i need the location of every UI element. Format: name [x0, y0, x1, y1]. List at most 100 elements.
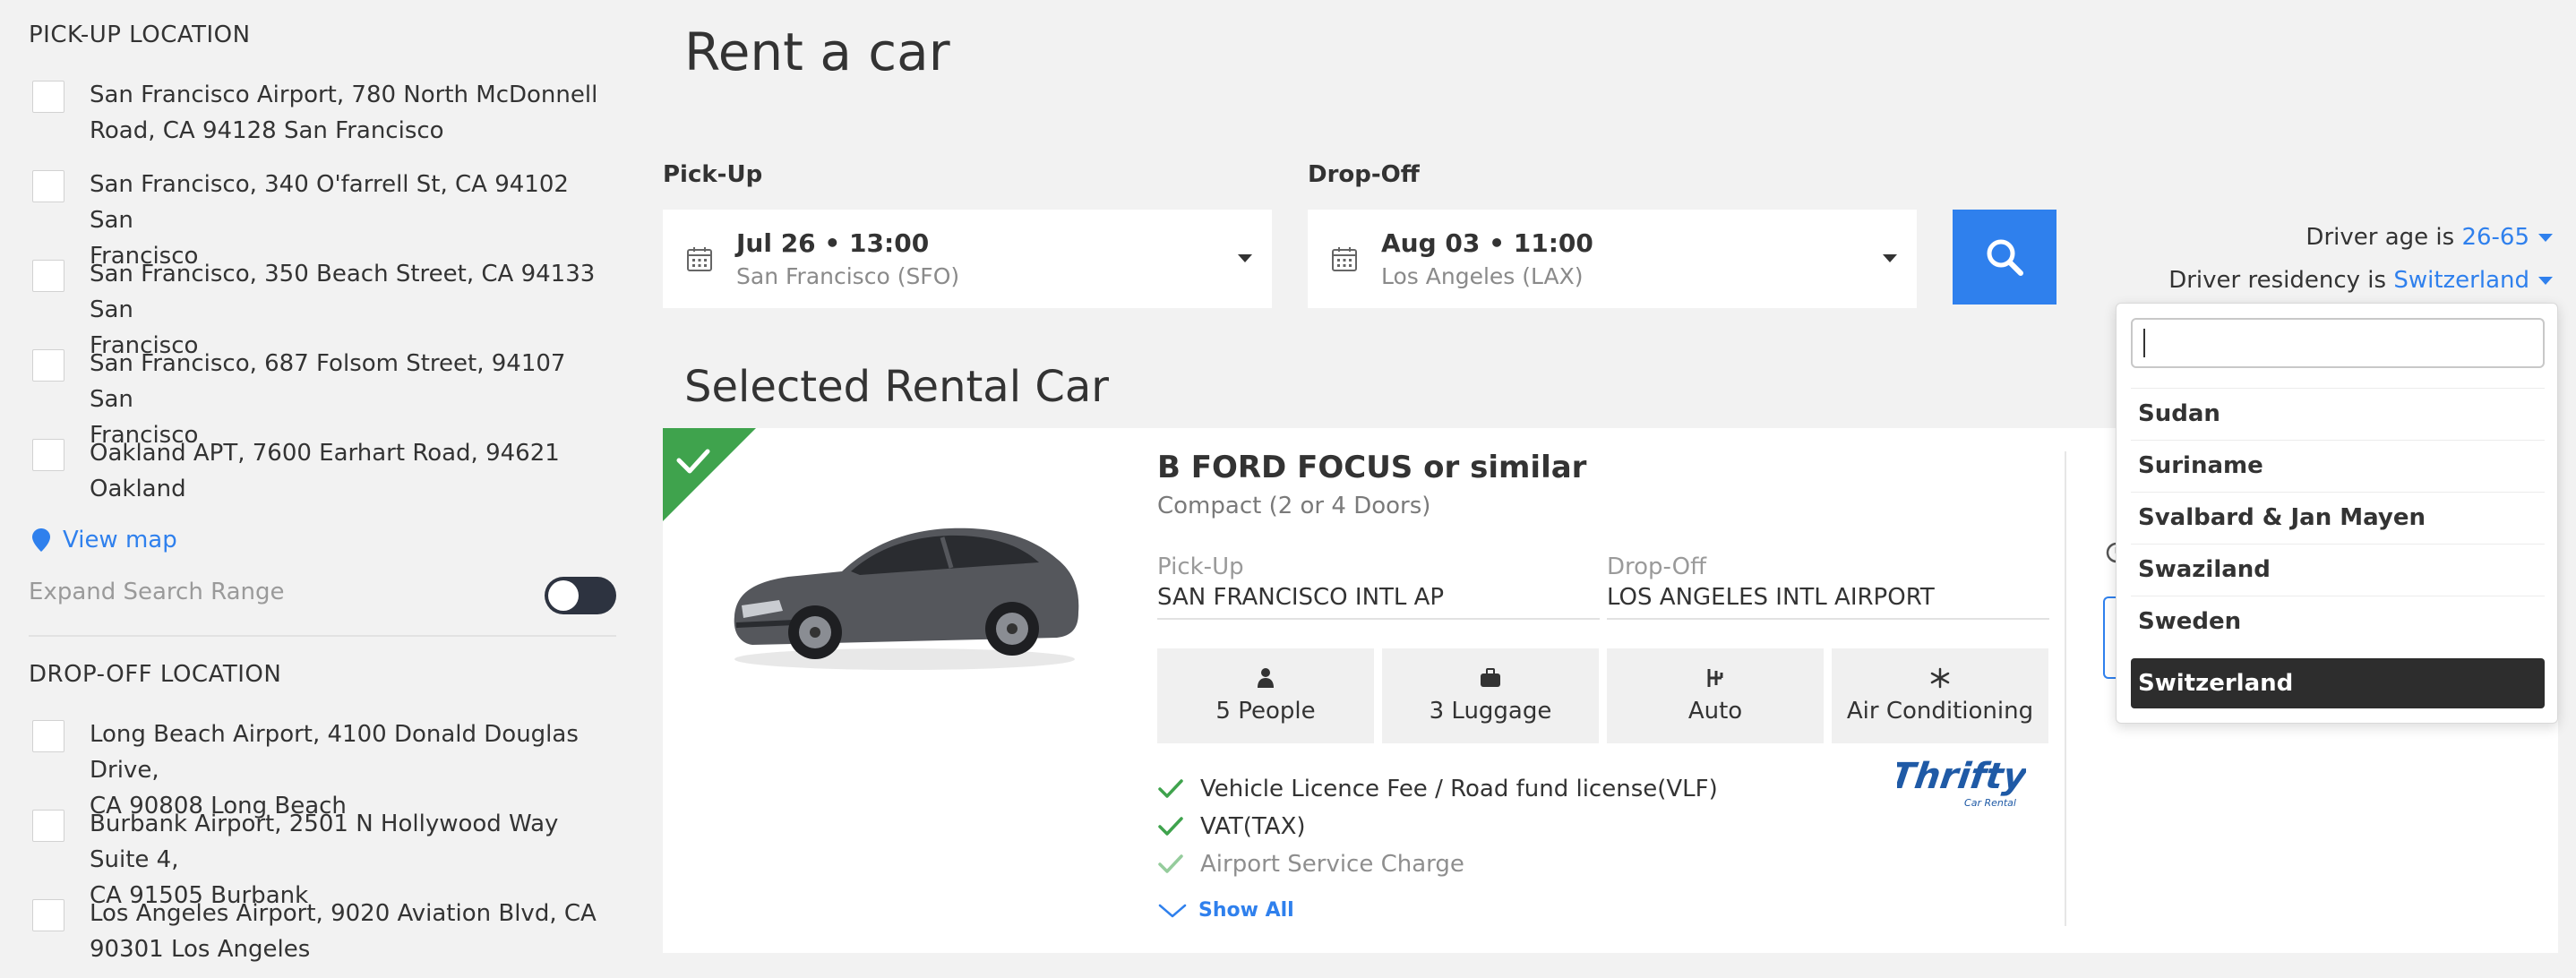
car-dropoff-label: Drop-Off — [1607, 553, 1707, 580]
calendar-icon — [1332, 247, 1357, 271]
pickup-location-option[interactable]: Oakland APT, 7600 Earhart Road, 94621 Oak… — [32, 435, 614, 507]
page-title: Rent a car — [684, 21, 950, 82]
luggage-icon — [1481, 668, 1500, 687]
location-line: Long Beach Airport, 4100 Donald Douglas … — [90, 721, 579, 784]
dropoff-datetime: Aug 03 • 11:00 — [1381, 228, 1593, 258]
feature-transmission: Auto — [1607, 648, 1824, 743]
person-icon — [1258, 668, 1274, 688]
inclusion-label: Vehicle Licence Fee / Road fund license(… — [1200, 776, 1718, 802]
divider — [2065, 451, 2066, 926]
check-icon — [1158, 779, 1183, 798]
pickup-field-label: Pick-Up — [663, 161, 763, 188]
chevron-down-icon — [1883, 254, 1897, 262]
search-icon — [1987, 239, 2023, 276]
residency-option[interactable]: Swaziland — [2131, 544, 2545, 594]
feature-label: Air Conditioning — [1846, 698, 2034, 725]
location-line: Oakland — [90, 476, 186, 502]
toggle-knob — [548, 580, 579, 611]
driver-residency-selector[interactable]: Driver residency is Switzerland — [2168, 267, 2553, 294]
chevron-down-icon — [2538, 234, 2553, 242]
checkbox[interactable] — [32, 170, 64, 202]
check-icon — [1158, 854, 1183, 873]
dropoff-date-selector[interactable]: Aug 03 • 11:00 Los Angeles (LAX) — [1308, 210, 1917, 308]
residency-option[interactable]: Sudan — [2131, 388, 2545, 438]
pickup-date-selector[interactable]: Jul 26 • 13:00 San Francisco (SFO) — [663, 210, 1272, 308]
car-dropoff-value: LOS ANGELES INTL AIRPORT — [1607, 584, 1935, 611]
checkbox[interactable] — [32, 810, 64, 842]
location-line: San Francisco Airport, 780 North McDonne… — [90, 82, 598, 108]
feature-label: 5 People — [1215, 698, 1316, 725]
checkbox[interactable] — [32, 81, 64, 113]
car-pickup-label: Pick-Up — [1157, 553, 1244, 580]
location-line: Los Angeles Airport, 9020 Aviation Blvd,… — [90, 900, 597, 927]
residency-option[interactable]: Suriname — [2131, 440, 2545, 490]
snowflake-icon — [1930, 667, 1950, 689]
residency-search-input[interactable] — [2131, 318, 2545, 368]
inclusion-label: Airport Service Charge — [1200, 851, 1464, 878]
checkbox[interactable] — [32, 720, 64, 752]
map-pin-icon — [32, 528, 50, 552]
location-filter-sidebar: PICK-UP LOCATION San Francisco Airport, … — [0, 0, 627, 978]
show-all-link[interactable]: Show All — [1157, 899, 1294, 922]
inclusion-item: Airport Service Charge — [1157, 851, 1464, 878]
selected-rental-heading: Selected Rental Car — [684, 362, 1109, 412]
checkbox[interactable] — [32, 260, 64, 292]
residency-option-selected[interactable]: Switzerland — [2131, 658, 2545, 708]
feature-air-conditioning: Air Conditioning — [1832, 648, 2048, 743]
feature-people: 5 People — [1157, 648, 1374, 743]
feature-label: 3 Luggage — [1429, 698, 1552, 725]
view-map-label: View map — [63, 527, 177, 553]
driver-age-value[interactable]: 26-65 — [2461, 224, 2529, 251]
gearbox-icon — [1707, 669, 1723, 687]
search-button[interactable] — [1953, 210, 2057, 305]
residency-option[interactable]: Svalbard & Jan Mayen — [2131, 492, 2545, 542]
location-line: 90301 Los Angeles — [90, 936, 311, 963]
checkbox[interactable] — [32, 349, 64, 382]
driver-residency-prefix: Driver residency is — [2168, 267, 2387, 294]
inclusion-item: VAT(TAX) — [1157, 813, 1306, 840]
car-pickup-location: Pick-Up SAN FRANCISCO INTL AP — [1157, 553, 1600, 620]
feature-luggage: 3 Luggage — [1382, 648, 1599, 743]
supplier-logo: Thrifty Car Rental — [1897, 756, 2026, 809]
checkbox[interactable] — [32, 439, 64, 471]
chevron-down-icon — [1238, 254, 1252, 262]
chevron-down-icon — [2538, 277, 2553, 285]
location-line: San Francisco, 687 Folsom Street, 94107 … — [90, 350, 566, 413]
dropoff-location-option[interactable]: Los Angeles Airport, 9020 Aviation Blvd,… — [32, 896, 614, 967]
location-line: Oakland APT, 7600 Earhart Road, 94621 — [90, 440, 560, 467]
location-line: Road, CA 94128 San Francisco — [90, 117, 444, 144]
show-all-label: Show All — [1198, 899, 1294, 922]
dropoff-field-label: Drop-Off — [1308, 161, 1420, 188]
inclusion-label: VAT(TAX) — [1200, 813, 1306, 840]
car-class: Compact (2 or 4 Doors) — [1157, 493, 1431, 519]
pickup-location-title: PICK-UP LOCATION — [29, 21, 251, 48]
pickup-place: San Francisco (SFO) — [736, 263, 960, 289]
driver-age-prefix: Driver age is — [2306, 224, 2455, 251]
car-name: B FORD FOCUS or similar — [1157, 450, 1587, 485]
chevron-down-icon — [1158, 904, 1187, 917]
location-line: San Francisco, 340 O'farrell St, CA 9410… — [90, 171, 569, 234]
expand-search-range-toggle[interactable] — [545, 577, 616, 614]
checkbox[interactable] — [32, 899, 64, 931]
pickup-location-option[interactable]: San Francisco Airport, 780 North McDonne… — [32, 77, 614, 149]
feature-label: Auto — [1687, 698, 1743, 725]
dropoff-location-title: DROP-OFF LOCATION — [29, 661, 282, 688]
dropoff-place: Los Angeles (LAX) — [1381, 263, 1584, 289]
divider — [29, 635, 616, 637]
text-cursor — [2143, 329, 2145, 357]
location-line: San Francisco, 350 Beach Street, CA 9413… — [90, 261, 596, 323]
inclusion-item: Vehicle Licence Fee / Road fund license(… — [1157, 776, 1718, 802]
check-icon — [1158, 817, 1183, 836]
svg-text:Thrifty: Thrifty — [1897, 756, 2026, 797]
residency-option[interactable]: Sweden — [2131, 596, 2545, 646]
svg-text:Car Rental: Car Rental — [1964, 797, 2016, 809]
location-line: Burbank Airport, 2501 N Hollywood Way Su… — [90, 811, 559, 873]
view-map-link[interactable]: View map — [32, 527, 177, 553]
expand-search-range-label: Expand Search Range — [29, 579, 285, 605]
driver-age-selector[interactable]: Driver age is 26-65 — [2306, 224, 2553, 251]
car-image — [734, 528, 1079, 670]
residency-dropdown: Sudan Suriname Svalbard & Jan Mayen Swaz… — [2116, 303, 2558, 724]
car-pickup-value: SAN FRANCISCO INTL AP — [1157, 584, 1445, 611]
driver-residency-value[interactable]: Switzerland — [2393, 267, 2529, 294]
calendar-icon — [687, 247, 712, 271]
